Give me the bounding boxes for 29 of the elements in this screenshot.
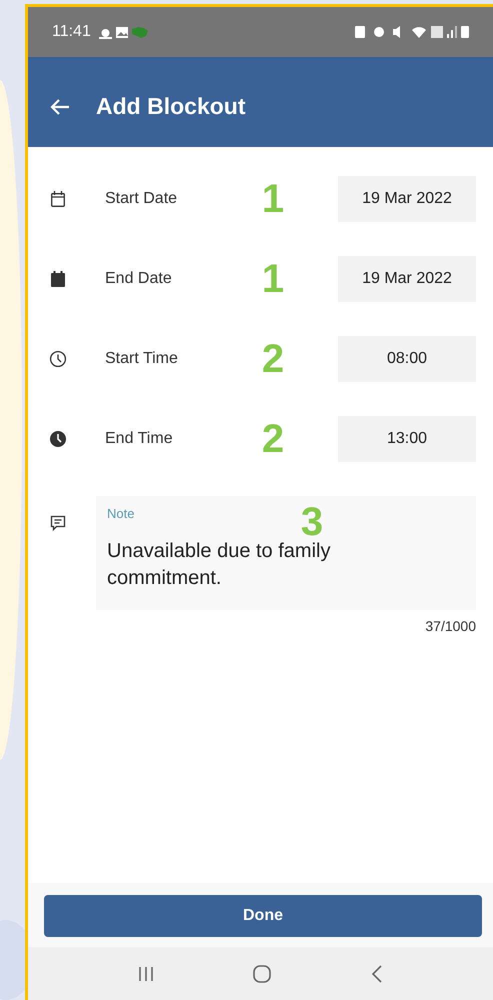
- annotation-number: 1: [260, 179, 286, 219]
- image-icon: [116, 26, 128, 38]
- date-field[interactable]: 19 Mar 2022: [338, 256, 476, 302]
- signal-icon: [447, 26, 457, 38]
- map-icon: [132, 26, 148, 38]
- status-time: 11:41: [52, 22, 91, 42]
- annotation-number: 3: [300, 502, 324, 542]
- note-field[interactable]: Note Unavailable due to family commitment. 3: [96, 496, 476, 610]
- annotation-number: 2: [260, 339, 286, 379]
- field-label: End Date: [105, 269, 173, 289]
- annotation-number: 2: [260, 419, 286, 459]
- annotation-number: 1: [260, 259, 286, 299]
- mute-icon: [393, 26, 403, 38]
- field-label: Start Date: [105, 189, 178, 209]
- time-field[interactable]: 08:00: [338, 336, 476, 382]
- time-field[interactable]: 13:00: [338, 416, 476, 462]
- done-button[interactable]: Done: [44, 895, 482, 937]
- back-icon[interactable]: [50, 98, 70, 116]
- home-icon[interactable]: [252, 964, 272, 984]
- character-counter: 37/1000: [424, 617, 476, 636]
- screen-title: Add Blockout: [96, 93, 246, 121]
- battery-icon: [461, 26, 469, 38]
- wifi-icon: [411, 26, 427, 38]
- field-label: Start Time: [105, 349, 179, 369]
- field-label: End Time: [105, 429, 174, 449]
- back-icon[interactable]: [370, 964, 384, 984]
- date-field[interactable]: 19 Mar 2022: [338, 176, 476, 222]
- recents-icon[interactable]: [136, 964, 155, 982]
- comment-icon: [49, 514, 67, 532]
